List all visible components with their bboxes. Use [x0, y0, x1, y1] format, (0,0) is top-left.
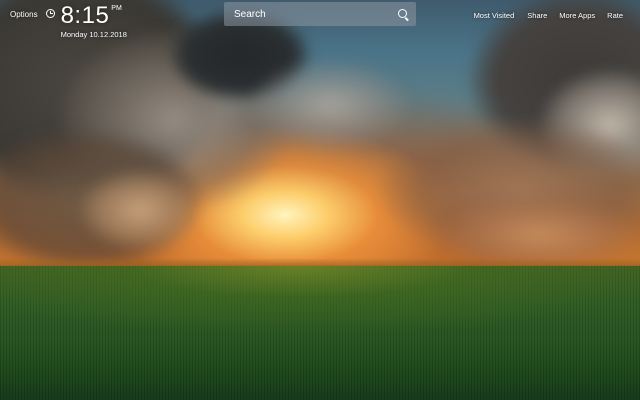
cloud: [250, 60, 410, 150]
search-input[interactable]: [224, 2, 394, 26]
nav-rate[interactable]: Rate: [607, 11, 623, 20]
time-display: 8:15: [60, 2, 110, 29]
cloud: [80, 170, 200, 250]
options-link[interactable]: Options: [10, 10, 38, 19]
grass-field: [0, 266, 640, 400]
clock-icon[interactable]: [45, 9, 55, 18]
time-row: 8:15 PM: [61, 4, 127, 28]
top-nav: Most Visited Share More Apps Rate: [474, 11, 623, 20]
top-left-panel: Options 8:15 PM Monday 10.12.2018: [10, 4, 127, 44]
search-bar: [224, 2, 416, 26]
nav-most-visited[interactable]: Most Visited: [474, 11, 515, 20]
date-display: Monday 10.12.2018: [60, 30, 127, 39]
search-icon[interactable]: [398, 9, 407, 18]
nav-more-apps[interactable]: More Apps: [559, 11, 595, 20]
clock-widget: 8:15 PM Monday 10.12.2018: [60, 4, 127, 40]
ampm-indicator: PM: [111, 5, 122, 12]
nav-share[interactable]: Share: [527, 11, 547, 20]
background-wallpaper: [0, 0, 640, 400]
